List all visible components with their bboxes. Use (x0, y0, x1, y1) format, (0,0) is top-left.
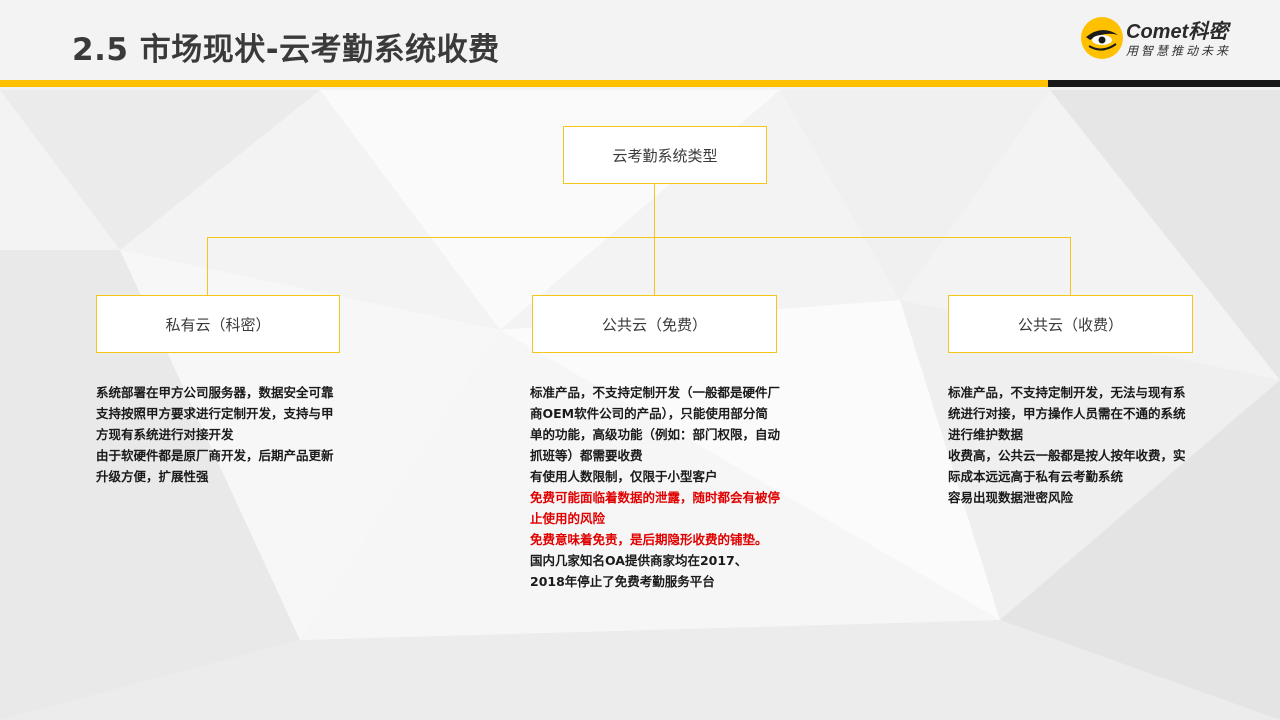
note-item: 支持按照甲方要求进行定制开发，支持与甲方现有系统进行对接开发 (96, 406, 334, 442)
notes-public-cloud-free: 标准产品，不支持定制开发（一般都是硬件厂商OEM软件公司的产品），只能使用部分简… (530, 382, 780, 592)
node-public-cloud-free: 公共云（免费） (532, 295, 777, 353)
root-node: 云考勤系统类型 (563, 126, 767, 184)
background-pattern (0, 0, 1280, 720)
header-dark-bar (1048, 80, 1280, 87)
notes-private-cloud: 系统部署在甲方公司服务器，数据安全可靠 支持按照甲方要求进行定制开发，支持与甲方… (96, 382, 336, 487)
connector-left-down (207, 237, 208, 296)
logo-brand-cn: 科密 (1188, 21, 1229, 43)
node-private-cloud: 私有云（科密） (96, 295, 340, 353)
page-title: 2.5 市场现状-云考勤系统收费 (72, 32, 500, 68)
note-item: 系统部署在甲方公司服务器，数据安全可靠 (96, 385, 334, 400)
logo-slogan: 用智慧推动未来 (1126, 44, 1232, 58)
note-item-warning: 免费可能面临着数据的泄露，随时都会有被停止使用的风险 (530, 490, 781, 526)
connector-middle-down (654, 237, 655, 296)
notes-public-cloud-paid: 标准产品，不支持定制开发，无法与现有系统进行对接，甲方操作人员需在不通的系统进行… (948, 382, 1188, 508)
logo-brand: Comet (1126, 21, 1189, 43)
note-item: 容易出现数据泄密风险 (948, 490, 1074, 505)
note-item: 有使用人数限制，仅限于小型客户 (530, 469, 718, 484)
header-accent-bar (0, 80, 1048, 87)
note-item: 由于软硬件都是原厂商开发，后期产品更新升级方便，扩展性强 (96, 448, 334, 484)
note-item: 收费高，公共云一般都是按人按年收费，实际成本远远高于私有云考勤系统 (948, 448, 1186, 484)
brand-logo: Comet科密 用智慧推动未来 (1080, 14, 1270, 64)
node-public-cloud-paid: 公共云（收费） (948, 295, 1193, 353)
comet-eye-icon (1081, 17, 1123, 59)
note-item: 国内几家知名OA提供商家均在2017、2018年停止了免费考勤服务平台 (530, 553, 748, 589)
connector-right-down (1070, 237, 1071, 296)
connector-horizontal (207, 237, 1071, 238)
note-item: 标准产品，不支持定制开发，无法与现有系统进行对接，甲方操作人员需在不通的系统进行… (948, 385, 1186, 442)
note-item: 标准产品，不支持定制开发（一般都是硬件厂商OEM软件公司的产品），只能使用部分简… (530, 385, 781, 463)
note-item-warning: 免费意味着免责，是后期隐形收费的铺垫。 (530, 532, 768, 547)
connector-root-down (654, 183, 655, 238)
